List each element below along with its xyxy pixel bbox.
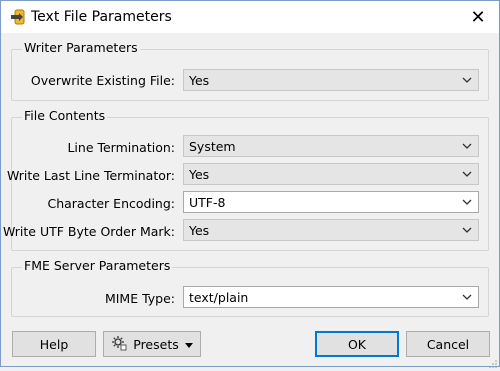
chevron-down-icon xyxy=(462,171,472,177)
cancel-label: Cancel xyxy=(426,336,470,352)
gear-icon xyxy=(111,335,127,354)
write-last-line-terminator-label: Write Last Line Terminator: xyxy=(6,168,175,183)
window-title: Text File Parameters xyxy=(31,9,172,25)
writer-parameters-title: Writer Parameters xyxy=(22,40,140,55)
character-encoding-value: UTF-8 xyxy=(189,195,226,210)
presets-button[interactable]: Presets xyxy=(103,331,201,357)
write-utf-byte-order-mark-value: Yes xyxy=(189,223,210,238)
close-icon: ✕ xyxy=(470,6,486,28)
write-utf-byte-order-mark-select[interactable]: Yes xyxy=(183,219,479,241)
ok-button[interactable]: OK xyxy=(315,331,399,357)
write-utf-byte-order-mark-label: Write UTF Byte Order Mark: xyxy=(3,224,175,239)
write-last-line-terminator-select[interactable]: Yes xyxy=(183,163,479,185)
cancel-button[interactable]: Cancel xyxy=(406,331,490,357)
help-button[interactable]: Help xyxy=(12,331,96,357)
line-termination-label: Line Termination: xyxy=(67,140,175,155)
line-termination-select[interactable]: System xyxy=(183,135,479,157)
overwrite-existing-file-label: Overwrite Existing File: xyxy=(30,73,175,88)
close-button[interactable]: ✕ xyxy=(457,1,499,33)
mime-type-label: MIME Type: xyxy=(104,291,175,306)
text-file-icon xyxy=(9,9,27,27)
chevron-down-icon xyxy=(462,294,472,300)
character-encoding-select[interactable]: UTF-8 xyxy=(183,191,479,213)
mime-type-value: text/plain xyxy=(189,290,249,305)
caret-down-icon xyxy=(184,337,193,352)
file-contents-title: File Contents xyxy=(22,108,108,123)
character-encoding-label: Character Encoding: xyxy=(47,196,175,211)
overwrite-existing-file-value: Yes xyxy=(189,73,210,88)
fme-server-parameters-title: FME Server Parameters xyxy=(22,258,173,273)
ok-label: OK xyxy=(347,336,367,352)
text-file-parameters-dialog: Text File Parameters ✕ Writer Parameters… xyxy=(0,0,500,368)
chevron-down-icon xyxy=(462,199,472,205)
title-bar: Text File Parameters ✕ xyxy=(1,1,499,33)
line-termination-value: System xyxy=(189,139,236,154)
overwrite-existing-file-select[interactable]: Yes xyxy=(183,69,479,91)
resize-grip[interactable] xyxy=(489,356,497,368)
help-label: Help xyxy=(39,336,69,352)
chevron-down-icon xyxy=(462,227,472,233)
mime-type-select[interactable]: text/plain xyxy=(183,286,479,308)
chevron-down-icon xyxy=(462,143,472,149)
chevron-down-icon xyxy=(462,77,472,83)
presets-label: Presets xyxy=(133,336,179,352)
write-last-line-terminator-value: Yes xyxy=(189,167,210,182)
